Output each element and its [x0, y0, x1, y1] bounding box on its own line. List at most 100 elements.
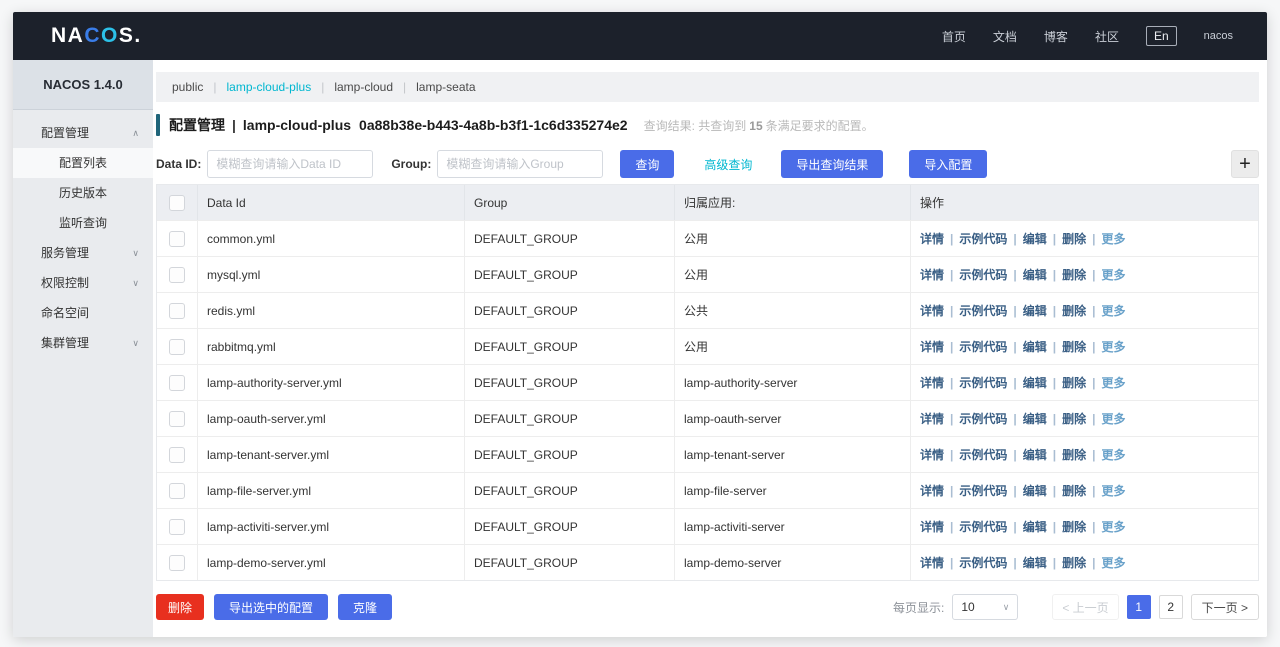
detail-link[interactable]: 详情: [920, 410, 944, 427]
detail-link[interactable]: 详情: [920, 518, 944, 535]
delete-link[interactable]: 删除: [1062, 554, 1086, 571]
edit-link[interactable]: 编辑: [1023, 374, 1047, 391]
delete-link[interactable]: 删除: [1062, 482, 1086, 499]
import-config-button[interactable]: 导入配置: [909, 150, 987, 178]
delete-link[interactable]: 删除: [1062, 518, 1086, 535]
edit-link[interactable]: 编辑: [1023, 482, 1047, 499]
more-link[interactable]: 更多: [1102, 266, 1126, 283]
export-results-button[interactable]: 导出查询结果: [781, 150, 883, 178]
edit-link[interactable]: 编辑: [1023, 266, 1047, 283]
row-checkbox[interactable]: [169, 447, 185, 463]
advanced-search-link[interactable]: 高级查询: [704, 156, 752, 173]
row-checkbox[interactable]: [169, 303, 185, 319]
page-number-2[interactable]: 2: [1159, 595, 1183, 619]
page-number-1[interactable]: 1: [1127, 595, 1151, 619]
detail-link[interactable]: 详情: [920, 446, 944, 463]
next-page-button[interactable]: 下一页 >: [1191, 594, 1259, 620]
add-config-button[interactable]: +: [1231, 150, 1259, 178]
edit-link[interactable]: 编辑: [1023, 302, 1047, 319]
edit-link[interactable]: 编辑: [1023, 230, 1047, 247]
detail-link[interactable]: 详情: [920, 374, 944, 391]
detail-link[interactable]: 详情: [920, 302, 944, 319]
more-link[interactable]: 更多: [1102, 230, 1126, 247]
sidebar-item-0[interactable]: 配置管理∧: [13, 118, 153, 148]
edit-link[interactable]: 编辑: [1023, 338, 1047, 355]
sample-code-link[interactable]: 示例代码: [959, 374, 1007, 391]
page-size-select[interactable]: 10 ∨: [952, 594, 1018, 620]
namespace-tab-lamp-seata[interactable]: lamp-seata: [413, 80, 478, 94]
sidebar-item-2[interactable]: 历史版本: [13, 178, 153, 208]
row-checkbox[interactable]: [169, 231, 185, 247]
delete-link[interactable]: 删除: [1062, 266, 1086, 283]
delete-link[interactable]: 删除: [1062, 410, 1086, 427]
more-link[interactable]: 更多: [1102, 338, 1126, 355]
sample-code-link[interactable]: 示例代码: [959, 482, 1007, 499]
sample-code-link[interactable]: 示例代码: [959, 266, 1007, 283]
prev-page-button[interactable]: < 上一页: [1052, 594, 1118, 620]
detail-link[interactable]: 详情: [920, 554, 944, 571]
search-button[interactable]: 查询: [620, 150, 674, 178]
row-checkbox-cell: [157, 257, 198, 292]
more-link[interactable]: 更多: [1102, 410, 1126, 427]
sample-code-link[interactable]: 示例代码: [959, 554, 1007, 571]
title-separator: |: [232, 117, 236, 133]
sidebar-item-6[interactable]: 命名空间: [13, 298, 153, 328]
delete-link[interactable]: 删除: [1062, 338, 1086, 355]
delete-link[interactable]: 删除: [1062, 302, 1086, 319]
sidebar-item-3[interactable]: 监听查询: [13, 208, 153, 238]
detail-link[interactable]: 详情: [920, 338, 944, 355]
edit-link[interactable]: 编辑: [1023, 554, 1047, 571]
row-checkbox[interactable]: [169, 519, 185, 535]
sample-code-link[interactable]: 示例代码: [959, 446, 1007, 463]
delete-link[interactable]: 删除: [1062, 374, 1086, 391]
nav-item-home[interactable]: 首页: [942, 28, 966, 45]
logged-in-user[interactable]: nacos: [1204, 30, 1233, 42]
row-checkbox[interactable]: [169, 411, 185, 427]
language-toggle-button[interactable]: En: [1146, 26, 1177, 46]
sample-code-link[interactable]: 示例代码: [959, 338, 1007, 355]
cell-app: lamp-file-server: [675, 473, 911, 508]
row-checkbox[interactable]: [169, 375, 185, 391]
nav-item-community[interactable]: 社区: [1095, 28, 1119, 45]
edit-link[interactable]: 编辑: [1023, 518, 1047, 535]
sample-code-link[interactable]: 示例代码: [959, 518, 1007, 535]
delete-selected-button[interactable]: 删除: [156, 594, 204, 620]
row-checkbox[interactable]: [169, 267, 185, 283]
more-link[interactable]: 更多: [1102, 554, 1126, 571]
group-input[interactable]: [437, 150, 603, 178]
delete-link[interactable]: 删除: [1062, 230, 1086, 247]
select-all-checkbox[interactable]: [169, 195, 185, 211]
nav-item-blog[interactable]: 博客: [1044, 28, 1068, 45]
edit-link[interactable]: 编辑: [1023, 410, 1047, 427]
delete-link[interactable]: 删除: [1062, 446, 1086, 463]
detail-link[interactable]: 详情: [920, 482, 944, 499]
sidebar-item-5[interactable]: 权限控制∨: [13, 268, 153, 298]
more-link[interactable]: 更多: [1102, 482, 1126, 499]
action-separator: |: [1092, 304, 1095, 318]
edit-link[interactable]: 编辑: [1023, 446, 1047, 463]
row-checkbox[interactable]: [169, 339, 185, 355]
export-selected-button[interactable]: 导出选中的配置: [214, 594, 328, 620]
row-checkbox[interactable]: [169, 483, 185, 499]
dataid-input[interactable]: [207, 150, 373, 178]
sample-code-link[interactable]: 示例代码: [959, 302, 1007, 319]
sidebar-item-4[interactable]: 服务管理∨: [13, 238, 153, 268]
detail-link[interactable]: 详情: [920, 266, 944, 283]
sample-code-link[interactable]: 示例代码: [959, 410, 1007, 427]
more-link[interactable]: 更多: [1102, 446, 1126, 463]
more-link[interactable]: 更多: [1102, 302, 1126, 319]
sidebar-item-1[interactable]: 配置列表: [13, 148, 153, 178]
namespace-tab-lamp-cloud[interactable]: lamp-cloud: [331, 80, 396, 94]
row-checkbox[interactable]: [169, 555, 185, 571]
namespace-tab-lamp-cloud-plus[interactable]: lamp-cloud-plus: [223, 80, 314, 94]
action-separator: |: [950, 556, 953, 570]
sidebar-item-7[interactable]: 集群管理∨: [13, 328, 153, 358]
more-link[interactable]: 更多: [1102, 374, 1126, 391]
more-link[interactable]: 更多: [1102, 518, 1126, 535]
detail-link[interactable]: 详情: [920, 230, 944, 247]
sample-code-link[interactable]: 示例代码: [959, 230, 1007, 247]
nav-item-docs[interactable]: 文档: [993, 28, 1017, 45]
clone-button[interactable]: 克隆: [338, 594, 392, 620]
top-header: NACOS. 首页 文档 博客 社区 En nacos: [13, 12, 1267, 60]
namespace-tab-public[interactable]: public: [169, 80, 206, 94]
